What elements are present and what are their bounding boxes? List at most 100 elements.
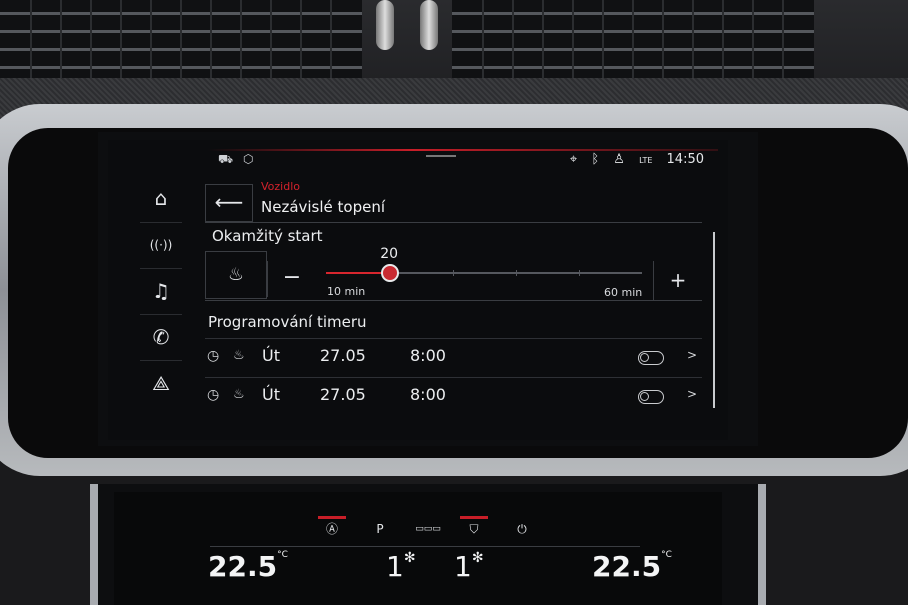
chevron-right-icon[interactable]: > — [687, 348, 697, 362]
left-air-vent — [0, 0, 362, 80]
fan-icon: ✻ — [403, 550, 416, 566]
vent-fin — [30, 0, 32, 80]
vent-fin — [512, 0, 514, 80]
timer-toggle[interactable] — [638, 351, 664, 365]
vent-fin — [150, 0, 152, 80]
slider-tick — [516, 270, 517, 276]
left-fan-speed[interactable]: 1✻ — [386, 550, 416, 583]
active-indicator — [318, 516, 346, 519]
vent-fin — [300, 0, 302, 80]
clock-icon: ◷ — [207, 348, 220, 364]
back-arrow-icon: ⟵ — [214, 190, 244, 214]
slider-tick — [579, 270, 580, 276]
vent-fin — [120, 0, 122, 80]
side-navigation: ⌂ ((·)) ♫ ✆ ⟁ — [140, 176, 182, 406]
defrost-label: ▭▭▭ — [415, 524, 441, 534]
status-left: ⛟ ⬡ — [218, 152, 253, 168]
increase-button[interactable]: + — [653, 261, 702, 301]
vent-fin — [752, 0, 754, 80]
vent-fin — [90, 0, 92, 80]
divider — [205, 222, 702, 223]
timer-toggle[interactable] — [638, 390, 664, 404]
music-icon[interactable]: ♫ — [140, 268, 182, 313]
auto-off-icon[interactable]: Ⓐ — [314, 516, 350, 542]
divider — [205, 377, 702, 378]
timer-row[interactable]: ◷ ♨ Út 27.05 8:00 > — [205, 379, 702, 413]
rear-defrost-icon[interactable]: ▭▭▭ — [410, 516, 446, 542]
vent-fin — [692, 0, 694, 80]
vent-fin — [270, 0, 272, 80]
slider-max-label: 60 min — [604, 286, 643, 299]
vent-knob — [376, 0, 394, 50]
timer-time: 8:00 — [410, 385, 446, 404]
climate-screen — [114, 492, 722, 605]
home-icon[interactable]: ⌂ — [140, 176, 182, 220]
power-icon[interactable]: ⏻ — [504, 516, 540, 542]
timer-day: Út — [262, 346, 280, 365]
timer-date: 27.05 — [320, 385, 366, 404]
auto-off-label: Ⓐ — [325, 522, 338, 536]
temp-unit: °C — [277, 550, 288, 560]
divider — [210, 546, 640, 547]
status-right: ⌖ ᛒ ♙ LTE 14:50 — [560, 152, 704, 167]
heater-icon: ♨ — [233, 387, 245, 402]
vent-fin — [572, 0, 574, 80]
page-title: Nezávislé topení — [261, 198, 386, 216]
right-temp-value: 22.5 — [592, 550, 662, 583]
clock-icon: ◷ — [207, 387, 220, 403]
vent-fin — [722, 0, 724, 80]
breadcrumb: Vozidlo — [261, 180, 300, 193]
duration-value: 20 — [380, 246, 399, 262]
toggle-knob — [640, 353, 649, 362]
active-indicator — [460, 516, 488, 519]
back-button[interactable]: ⟵ — [205, 184, 253, 222]
timer-day: Út — [262, 385, 280, 404]
fan-icon: ✻ — [471, 550, 484, 566]
vent-fin — [632, 0, 634, 80]
windshield-heat-icon[interactable]: ⛉ — [456, 516, 492, 542]
vent-fin — [602, 0, 604, 80]
vent-fin — [210, 0, 212, 80]
windshield-label: ⛉ — [469, 522, 479, 536]
decrease-button[interactable]: − — [267, 261, 316, 297]
left-fan-value: 1 — [386, 550, 404, 583]
timer-time: 8:00 — [410, 346, 446, 365]
left-temp-value: 22.5 — [208, 550, 278, 583]
slider-tick — [453, 270, 454, 276]
vent-fin — [330, 0, 332, 80]
location-icon: ⌖ — [569, 152, 578, 167]
divider — [205, 338, 702, 339]
slider-min-label: 10 min — [327, 285, 366, 298]
right-fan-speed[interactable]: 1✻ — [454, 550, 484, 583]
phone-icon[interactable]: ✆ — [140, 314, 182, 359]
bluetooth-icon: ᛒ — [591, 152, 600, 167]
scrollbar[interactable] — [713, 232, 715, 408]
vent-fin — [482, 0, 484, 80]
cube-icon: ⬡ — [242, 152, 254, 166]
timer-heading: Programování timeru — [208, 313, 367, 331]
park-assist-icon[interactable]: P — [362, 516, 398, 542]
right-temperature[interactable]: 22.5°C — [592, 550, 672, 583]
car-icon: ⛟ — [218, 152, 234, 166]
heater-icon: ♨ — [227, 264, 245, 285]
park-label: P — [376, 522, 384, 536]
heater-start-button[interactable]: ♨ — [205, 251, 267, 299]
temp-unit: °C — [661, 550, 672, 560]
vent-fin — [662, 0, 664, 80]
vent-fin — [240, 0, 242, 80]
clock-time: 14:50 — [666, 152, 704, 167]
left-temperature[interactable]: 22.5°C — [208, 550, 288, 583]
chevron-right-icon[interactable]: > — [687, 387, 697, 401]
navigation-icon[interactable]: ⟁ — [140, 360, 182, 405]
car-remote-icon[interactable]: ((·)) — [140, 222, 182, 267]
accent-line — [208, 149, 718, 151]
duration-slider-fill — [326, 272, 390, 274]
lte-signal-icon: LTE — [639, 156, 653, 165]
toggle-knob — [640, 392, 649, 401]
vent-fin — [180, 0, 182, 80]
user-icon: ♙ — [613, 152, 625, 167]
divider — [205, 300, 702, 301]
vent-fin — [782, 0, 784, 80]
power-label: ⏻ — [517, 522, 527, 536]
timer-row[interactable]: ◷ ♨ Út 27.05 8:00 > — [205, 340, 702, 374]
